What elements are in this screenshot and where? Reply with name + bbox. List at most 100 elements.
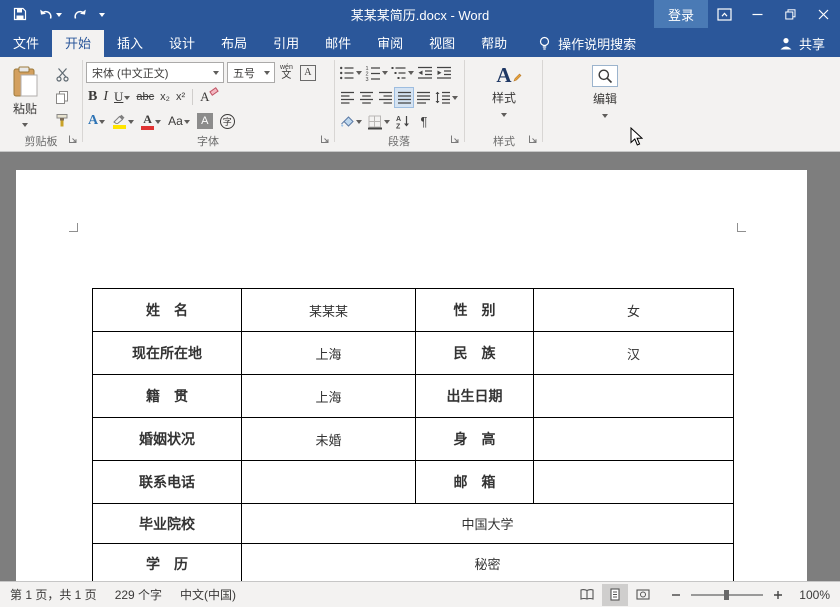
styles-dialog-launcher[interactable] xyxy=(528,134,538,144)
tab-mailings[interactable]: 邮件 xyxy=(312,30,364,57)
zoom-out-button[interactable] xyxy=(668,587,684,603)
cell-name-value[interactable]: 某某某 xyxy=(242,289,416,332)
cell-hometown-label[interactable]: 籍 贯 xyxy=(93,375,242,418)
tab-references[interactable]: 引用 xyxy=(260,30,312,57)
tab-layout[interactable]: 布局 xyxy=(208,30,260,57)
close-button[interactable] xyxy=(807,0,840,28)
bold-button[interactable]: B xyxy=(86,87,99,107)
tab-file[interactable]: 文件 xyxy=(0,30,52,57)
styles-button[interactable]: A 样式 xyxy=(468,61,540,120)
character-border-button[interactable]: A xyxy=(298,63,318,83)
cell-email-value[interactable] xyxy=(534,461,734,504)
cell-marital-label[interactable]: 婚姻状况 xyxy=(93,418,242,461)
numbering-button[interactable]: 123 xyxy=(364,63,389,82)
align-right-button[interactable] xyxy=(376,88,394,107)
font-color-button[interactable]: A xyxy=(139,111,163,131)
justify-button[interactable] xyxy=(395,88,413,107)
decrease-indent-button[interactable] xyxy=(416,63,434,82)
share-button[interactable]: 共享 xyxy=(779,30,840,57)
cell-hometown-value[interactable]: 上海 xyxy=(242,375,416,418)
page-info[interactable]: 第 1 页，共 1 页 xyxy=(10,586,97,603)
ribbon-display-options-button[interactable] xyxy=(708,0,741,28)
distribute-button[interactable] xyxy=(414,88,432,107)
sort-button[interactable]: AZ xyxy=(394,112,412,131)
zoom-slider-thumb[interactable] xyxy=(724,590,729,600)
tab-design[interactable]: 设计 xyxy=(156,30,208,57)
underline-button[interactable]: U xyxy=(112,87,132,107)
cell-gender-value[interactable]: 女 xyxy=(534,289,734,332)
cell-birthdate-value[interactable] xyxy=(534,375,734,418)
clipboard-dialog-launcher[interactable] xyxy=(68,134,78,144)
minimize-button[interactable] xyxy=(741,0,774,28)
web-layout-button[interactable] xyxy=(630,584,656,606)
cell-height-value[interactable] xyxy=(534,418,734,461)
customize-quick-access-button[interactable] xyxy=(99,9,105,20)
enclose-characters-button[interactable]: 字 xyxy=(218,111,237,131)
zoom-level[interactable]: 100% xyxy=(796,588,830,602)
print-layout-button[interactable] xyxy=(602,584,628,606)
read-mode-button[interactable] xyxy=(574,584,600,606)
italic-button[interactable]: I xyxy=(101,87,110,107)
cell-phone-label[interactable]: 联系电话 xyxy=(93,461,242,504)
tab-home[interactable]: 开始 xyxy=(52,30,104,57)
cell-phone-value[interactable] xyxy=(242,461,416,504)
cell-ethnicity-label[interactable]: 民 族 xyxy=(416,332,534,375)
cell-ethnicity-value[interactable]: 汉 xyxy=(534,332,734,375)
shading-button[interactable] xyxy=(338,112,363,131)
font-size-select[interactable]: 五号 xyxy=(227,62,275,83)
zoom-in-button[interactable] xyxy=(770,587,786,603)
save-button[interactable] xyxy=(13,7,27,21)
font-name-select[interactable]: 宋体 (中文正文) xyxy=(86,62,224,83)
tab-insert[interactable]: 插入 xyxy=(104,30,156,57)
cell-gender-label[interactable]: 性 别 xyxy=(416,289,534,332)
tab-review[interactable]: 审阅 xyxy=(364,30,416,57)
tab-help[interactable]: 帮助 xyxy=(468,30,520,57)
paste-button[interactable]: 粘贴 xyxy=(6,63,44,139)
copy-button[interactable] xyxy=(50,88,74,107)
undo-caret-icon[interactable] xyxy=(56,13,62,20)
text-effects-button[interactable]: A xyxy=(86,111,107,131)
bullets-button[interactable] xyxy=(338,63,363,82)
cell-name-label[interactable]: 姓 名 xyxy=(93,289,242,332)
change-case-button[interactable]: Aa xyxy=(166,111,192,131)
subscript-button[interactable]: x₂ xyxy=(158,87,172,107)
cell-height-label[interactable]: 身 高 xyxy=(416,418,534,461)
document-page[interactable]: 姓 名 某某某 性 别 女 现在所在地 上海 民 族 汉 籍 贯 上海 出生日期 xyxy=(16,170,807,581)
cell-degree-value[interactable]: 秘密 xyxy=(242,544,734,582)
cell-marital-value[interactable]: 未婚 xyxy=(242,418,416,461)
cell-degree-label[interactable]: 学 历 xyxy=(93,544,242,582)
cell-birthdate-label[interactable]: 出生日期 xyxy=(416,375,534,418)
restore-button[interactable] xyxy=(774,0,807,28)
show-formatting-marks-button[interactable]: ¶ xyxy=(415,112,433,131)
cell-location-label[interactable]: 现在所在地 xyxy=(93,332,242,375)
borders-button[interactable] xyxy=(366,112,391,131)
language-status[interactable]: 中文(中国) xyxy=(180,586,236,603)
cell-email-label[interactable]: 邮 箱 xyxy=(416,461,534,504)
font-dialog-launcher[interactable] xyxy=(320,134,330,144)
superscript-button[interactable]: x² xyxy=(174,87,187,107)
clear-formatting-button[interactable]: A xyxy=(198,87,217,107)
line-spacing-button[interactable] xyxy=(433,88,459,107)
format-painter-button[interactable] xyxy=(50,111,74,130)
undo-button[interactable] xyxy=(38,8,62,21)
increase-indent-button[interactable] xyxy=(435,63,453,82)
editing-button[interactable]: 编辑 xyxy=(576,61,634,121)
redo-button[interactable] xyxy=(73,8,88,21)
cell-school-label[interactable]: 毕业院校 xyxy=(93,504,242,544)
paragraph-dialog-launcher[interactable] xyxy=(450,134,460,144)
cut-button[interactable] xyxy=(50,65,74,84)
cell-school-value[interactable]: 中国大学 xyxy=(242,504,734,544)
highlight-button[interactable] xyxy=(110,111,136,131)
word-count[interactable]: 229 个字 xyxy=(115,586,162,603)
align-left-button[interactable] xyxy=(338,88,356,107)
character-shading-button[interactable]: A xyxy=(195,111,215,131)
tell-me-search[interactable]: 操作说明搜索 xyxy=(526,30,648,57)
cell-location-value[interactable]: 上海 xyxy=(242,332,416,375)
align-center-button[interactable] xyxy=(357,88,375,107)
phonetic-guide-button[interactable]: wén 文 xyxy=(278,63,295,83)
zoom-slider[interactable] xyxy=(691,594,763,596)
multilevel-list-button[interactable] xyxy=(390,63,415,82)
tab-view[interactable]: 视图 xyxy=(416,30,468,57)
sign-in-button[interactable]: 登录 xyxy=(654,0,708,28)
strikethrough-button[interactable]: abc xyxy=(134,87,156,107)
